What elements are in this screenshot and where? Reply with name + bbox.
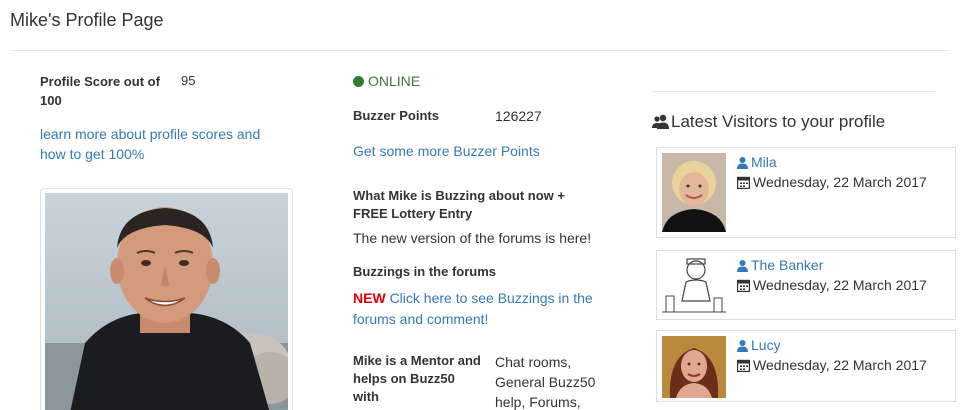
visitor-card[interactable]: Mila Wednesday, 22 March 2017 bbox=[656, 147, 956, 238]
user-icon bbox=[737, 157, 748, 169]
forums-line: NEW Click here to see Buzzings in the fo… bbox=[353, 288, 613, 330]
forums-heading: Buzzings in the forums bbox=[353, 264, 496, 279]
visitor-name-link[interactable]: Mila bbox=[737, 154, 777, 170]
visitor-name: Mila bbox=[751, 154, 777, 170]
visitor-date: Wednesday, 22 March 2017 bbox=[736, 174, 927, 190]
get-buzzer-points-link[interactable]: Get some more Buzzer Points bbox=[353, 143, 540, 159]
visitor-name-link[interactable]: The Banker bbox=[737, 257, 823, 273]
visitor-avatar[interactable] bbox=[662, 256, 726, 316]
visitor-photo-mila bbox=[662, 153, 726, 232]
visitor-name-link[interactable]: Lucy bbox=[737, 337, 781, 353]
online-status: ONLINE bbox=[353, 73, 420, 89]
visitor-date: Wednesday, 22 March 2017 bbox=[736, 277, 927, 293]
user-icon bbox=[737, 260, 748, 272]
visitor-photo-lucy bbox=[662, 336, 726, 398]
calendar-icon bbox=[736, 359, 751, 373]
visitors-title-text: Latest Visitors to your profile bbox=[671, 112, 886, 131]
visitor-card[interactable]: The Banker Wednesday, 22 March 2017 bbox=[656, 250, 956, 320]
visitor-card[interactable]: Lucy Wednesday, 22 March 2017 bbox=[656, 330, 956, 402]
visitor-date-text: Wednesday, 22 March 2017 bbox=[753, 357, 927, 373]
visitors-divider bbox=[652, 91, 935, 92]
new-badge: NEW bbox=[353, 290, 386, 306]
visitor-date: Wednesday, 22 March 2017 bbox=[736, 357, 927, 373]
visitor-avatar[interactable] bbox=[662, 336, 726, 398]
profile-score-link[interactable]: learn more about profile scores and how … bbox=[40, 124, 285, 164]
buzzing-text: The new version of the forums is here! bbox=[353, 230, 592, 246]
mentor-topics: Chat rooms, General Buzz50 help, Forums, bbox=[495, 354, 596, 410]
visitor-name: Lucy bbox=[751, 337, 781, 353]
header-divider bbox=[10, 50, 950, 51]
page-title: Mike's Profile Page bbox=[10, 10, 164, 30]
profile-score-label: Profile Score out of 100 bbox=[40, 74, 160, 108]
user-icon bbox=[737, 340, 748, 352]
visitor-photo-banker bbox=[662, 256, 726, 316]
mentor-heading: Mike is a Mentor and helps on Buzz50 wit… bbox=[353, 353, 481, 404]
online-status-text: ONLINE bbox=[368, 73, 421, 89]
visitors-title: Latest Visitors to your profile bbox=[652, 112, 885, 132]
users-icon bbox=[652, 114, 669, 129]
buzzer-points-value: 126227 bbox=[495, 108, 542, 124]
buzzing-heading: What Mike is Buzzing about now + FREE Lo… bbox=[353, 188, 565, 221]
buzzer-points-label: Buzzer Points bbox=[353, 108, 439, 123]
forums-link[interactable]: Click here to see Buzzings in the forums… bbox=[353, 290, 593, 327]
visitor-date-text: Wednesday, 22 March 2017 bbox=[753, 174, 927, 190]
online-dot-icon bbox=[353, 76, 364, 87]
visitor-name: The Banker bbox=[751, 257, 824, 273]
profile-score-value: 95 bbox=[181, 73, 196, 88]
profile-photo-image bbox=[45, 193, 288, 410]
calendar-icon bbox=[736, 176, 751, 190]
profile-photo bbox=[40, 188, 293, 410]
calendar-icon bbox=[736, 279, 751, 293]
visitor-avatar[interactable] bbox=[662, 153, 726, 232]
visitor-date-text: Wednesday, 22 March 2017 bbox=[753, 277, 927, 293]
